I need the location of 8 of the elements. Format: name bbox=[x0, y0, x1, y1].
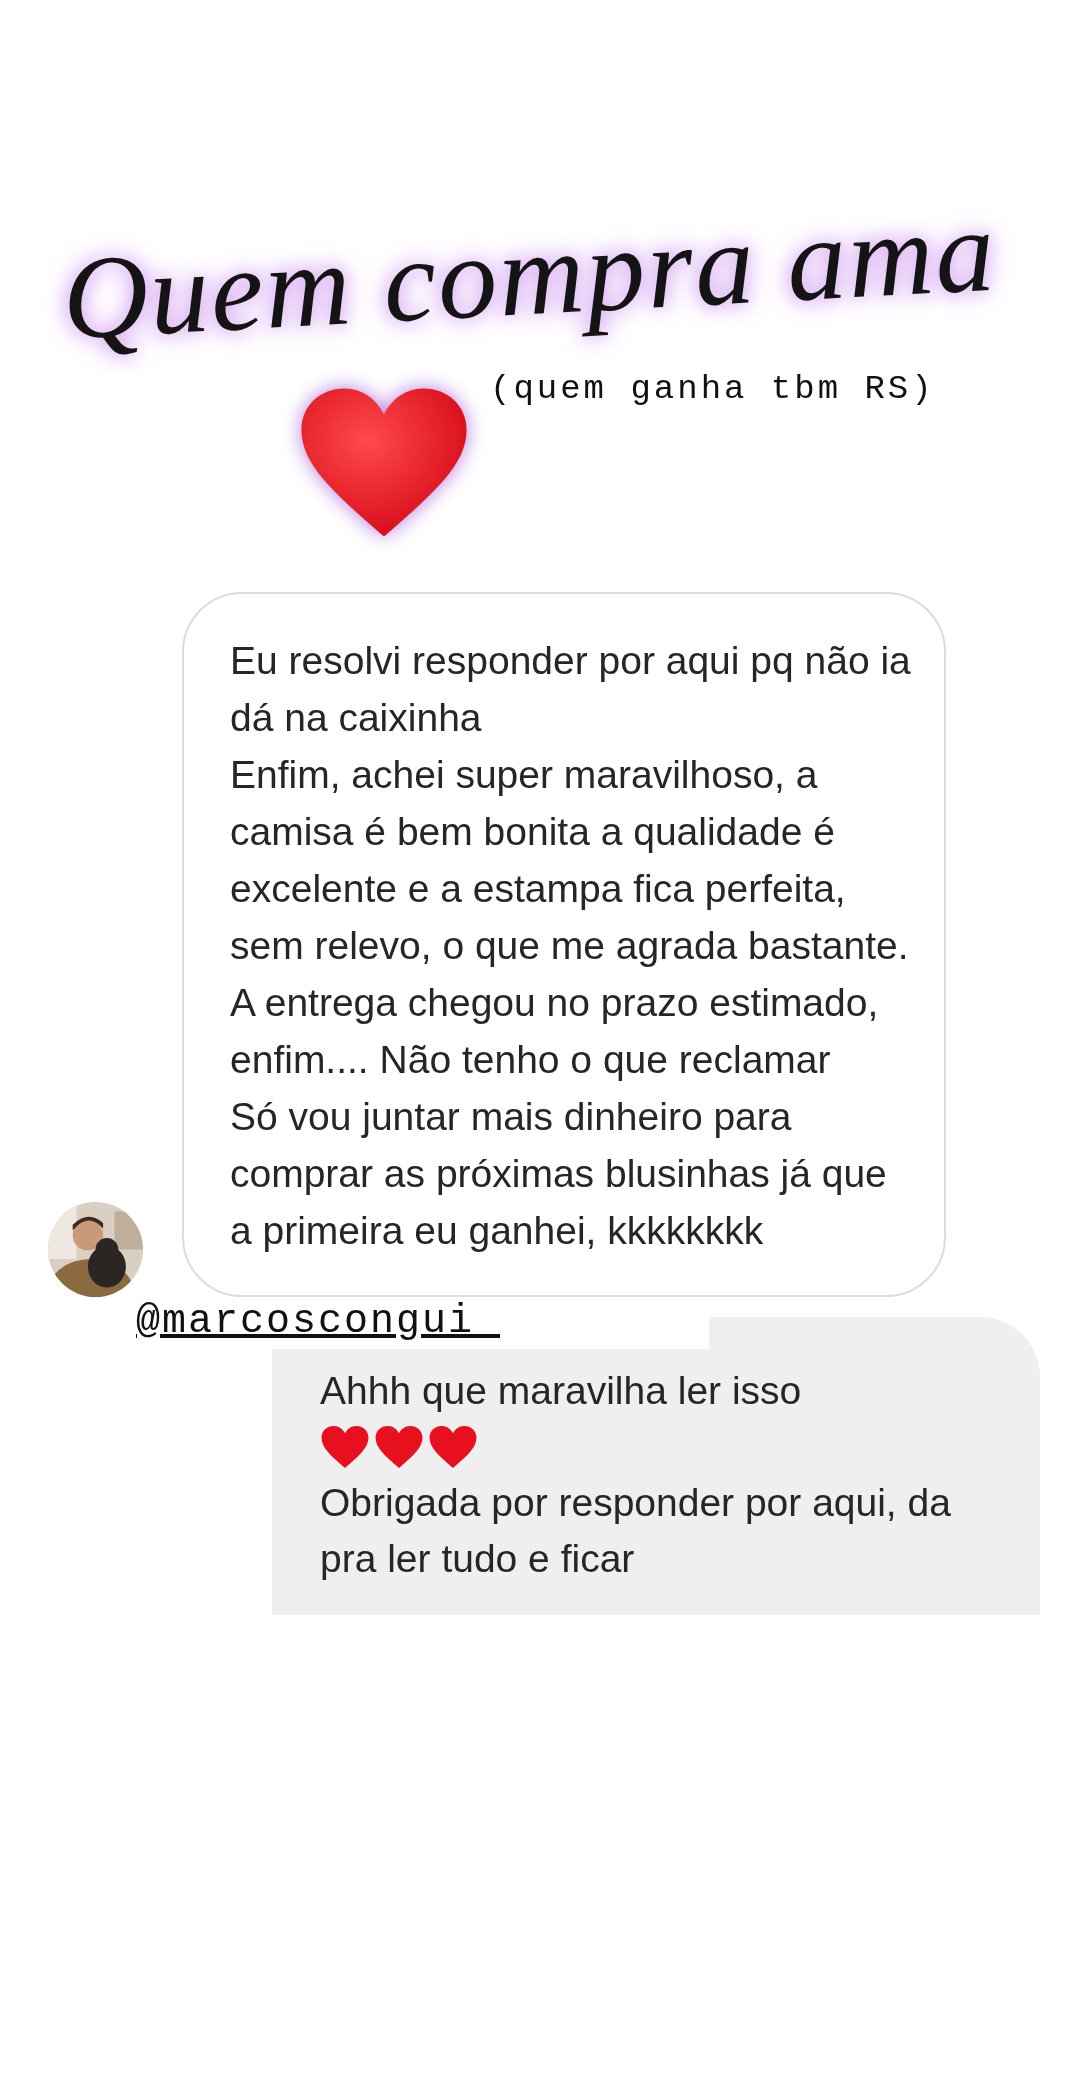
heart-icon bbox=[428, 1425, 478, 1469]
reply-text: Obrigada por responder por aqui, da pra ler tudo e ficar bbox=[320, 1480, 952, 1582]
story-title: Quem compra ama bbox=[59, 183, 1000, 367]
story-subtitle: (quem ganha tbm RS) bbox=[490, 370, 935, 408]
message-text: Eu resolvi responder por aqui pq não ia dá na caixinha Enfim, achei super maravilhoso, a camisa é bem bonita a qualidade é excelente e a estampa fica perfeita, sem relevo, o que me agrada bastante. A entrega chegou no prazo estimado, enfim.... Não tenho o que reclamar Só vou juntar mais dinheiro para comprar as próximas blusinhas já que a primeira eu ganhei, kkkkkkkk bbox=[230, 638, 912, 1254]
reply-text: Ahhh que maravilha ler isso bbox=[320, 1368, 803, 1414]
heart-icon bbox=[320, 1425, 370, 1469]
heart-icon bbox=[374, 1425, 424, 1469]
